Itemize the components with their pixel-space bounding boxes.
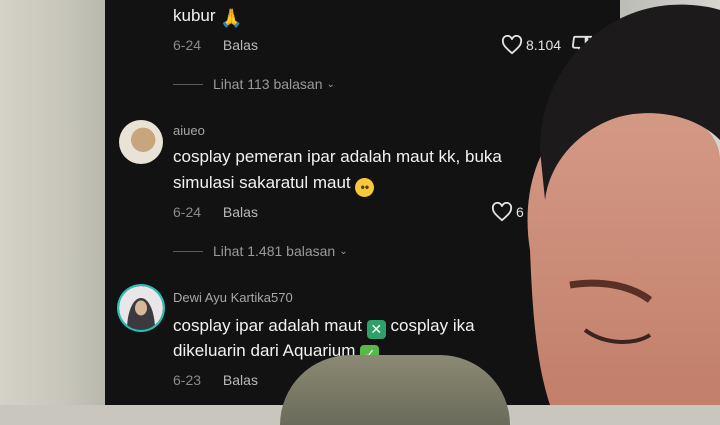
comment-text-line: cosplay pemeran ipar adalah maut kk, buk… xyxy=(173,147,502,166)
like-button[interactable]: 8.104 xyxy=(501,35,593,55)
smiling-face-icon: •• xyxy=(355,178,375,197)
praying-hands-icon: 🙏 xyxy=(220,8,243,28)
comment-text-line: cosplay ipar adalah maut xyxy=(173,316,363,335)
like-count: 6 xyxy=(516,204,524,220)
comment-date: 6-24 xyxy=(173,37,202,53)
avatar[interactable] xyxy=(119,120,163,164)
background-right xyxy=(610,0,720,405)
comments-panel: kubur 🙏 6-24 Balas 8.104 Lihat 113 balas… xyxy=(105,0,620,405)
comment-meta: 6-24 Balas xyxy=(173,204,258,220)
reply-button[interactable]: Balas xyxy=(223,372,258,388)
person-shoulder xyxy=(280,355,510,425)
comment-username[interactable]: aiueo xyxy=(173,123,205,138)
comment-username[interactable]: Dewi Ayu Kartika570 xyxy=(173,290,293,305)
view-replies-link[interactable]: Lihat 1.481 balasan ⌄ xyxy=(173,243,348,259)
chevron-down-icon: ⌄ xyxy=(339,245,348,257)
comment-text-line: simulasi sakaratul maut xyxy=(173,173,351,192)
view-replies-label: Lihat 1.481 balasan xyxy=(213,243,336,259)
comment-text-line: dikeluarin dari Aquarium xyxy=(173,341,356,360)
comment-text-line: cosplay ika xyxy=(390,316,475,335)
chevron-down-icon: ⌄ xyxy=(326,78,335,90)
comment-text: simulasi sakaratul maut •• xyxy=(173,169,375,197)
like-count: 8.104 xyxy=(526,37,562,53)
comment-text-line: kubur xyxy=(173,6,216,25)
heart-icon xyxy=(501,35,523,55)
avatar[interactable] xyxy=(119,286,163,330)
reply-button[interactable]: Balas xyxy=(223,204,258,220)
heart-icon xyxy=(491,202,513,222)
like-button[interactable]: 6 xyxy=(491,202,524,222)
comment-meta: 6-23 Balas xyxy=(173,372,258,388)
view-replies-label: Lihat 113 balasan xyxy=(213,76,323,92)
view-replies-link[interactable]: Lihat 113 balasan ⌄ xyxy=(173,76,335,92)
background-left xyxy=(0,0,105,405)
divider-line xyxy=(173,83,203,85)
thumbs-down-icon[interactable] xyxy=(571,35,593,55)
comment-date: 6-24 xyxy=(173,204,202,220)
comment-meta: 6-24 Balas xyxy=(173,37,258,53)
comment-text: kubur 🙏 xyxy=(173,2,243,29)
reply-button[interactable]: Balas xyxy=(223,37,258,53)
divider-line xyxy=(173,250,203,252)
avatar-portrait xyxy=(119,286,163,330)
comment-text: cosplay ipar adalah maut ✕ cosplay ika xyxy=(173,312,475,339)
comment-date: 6-23 xyxy=(173,372,202,388)
